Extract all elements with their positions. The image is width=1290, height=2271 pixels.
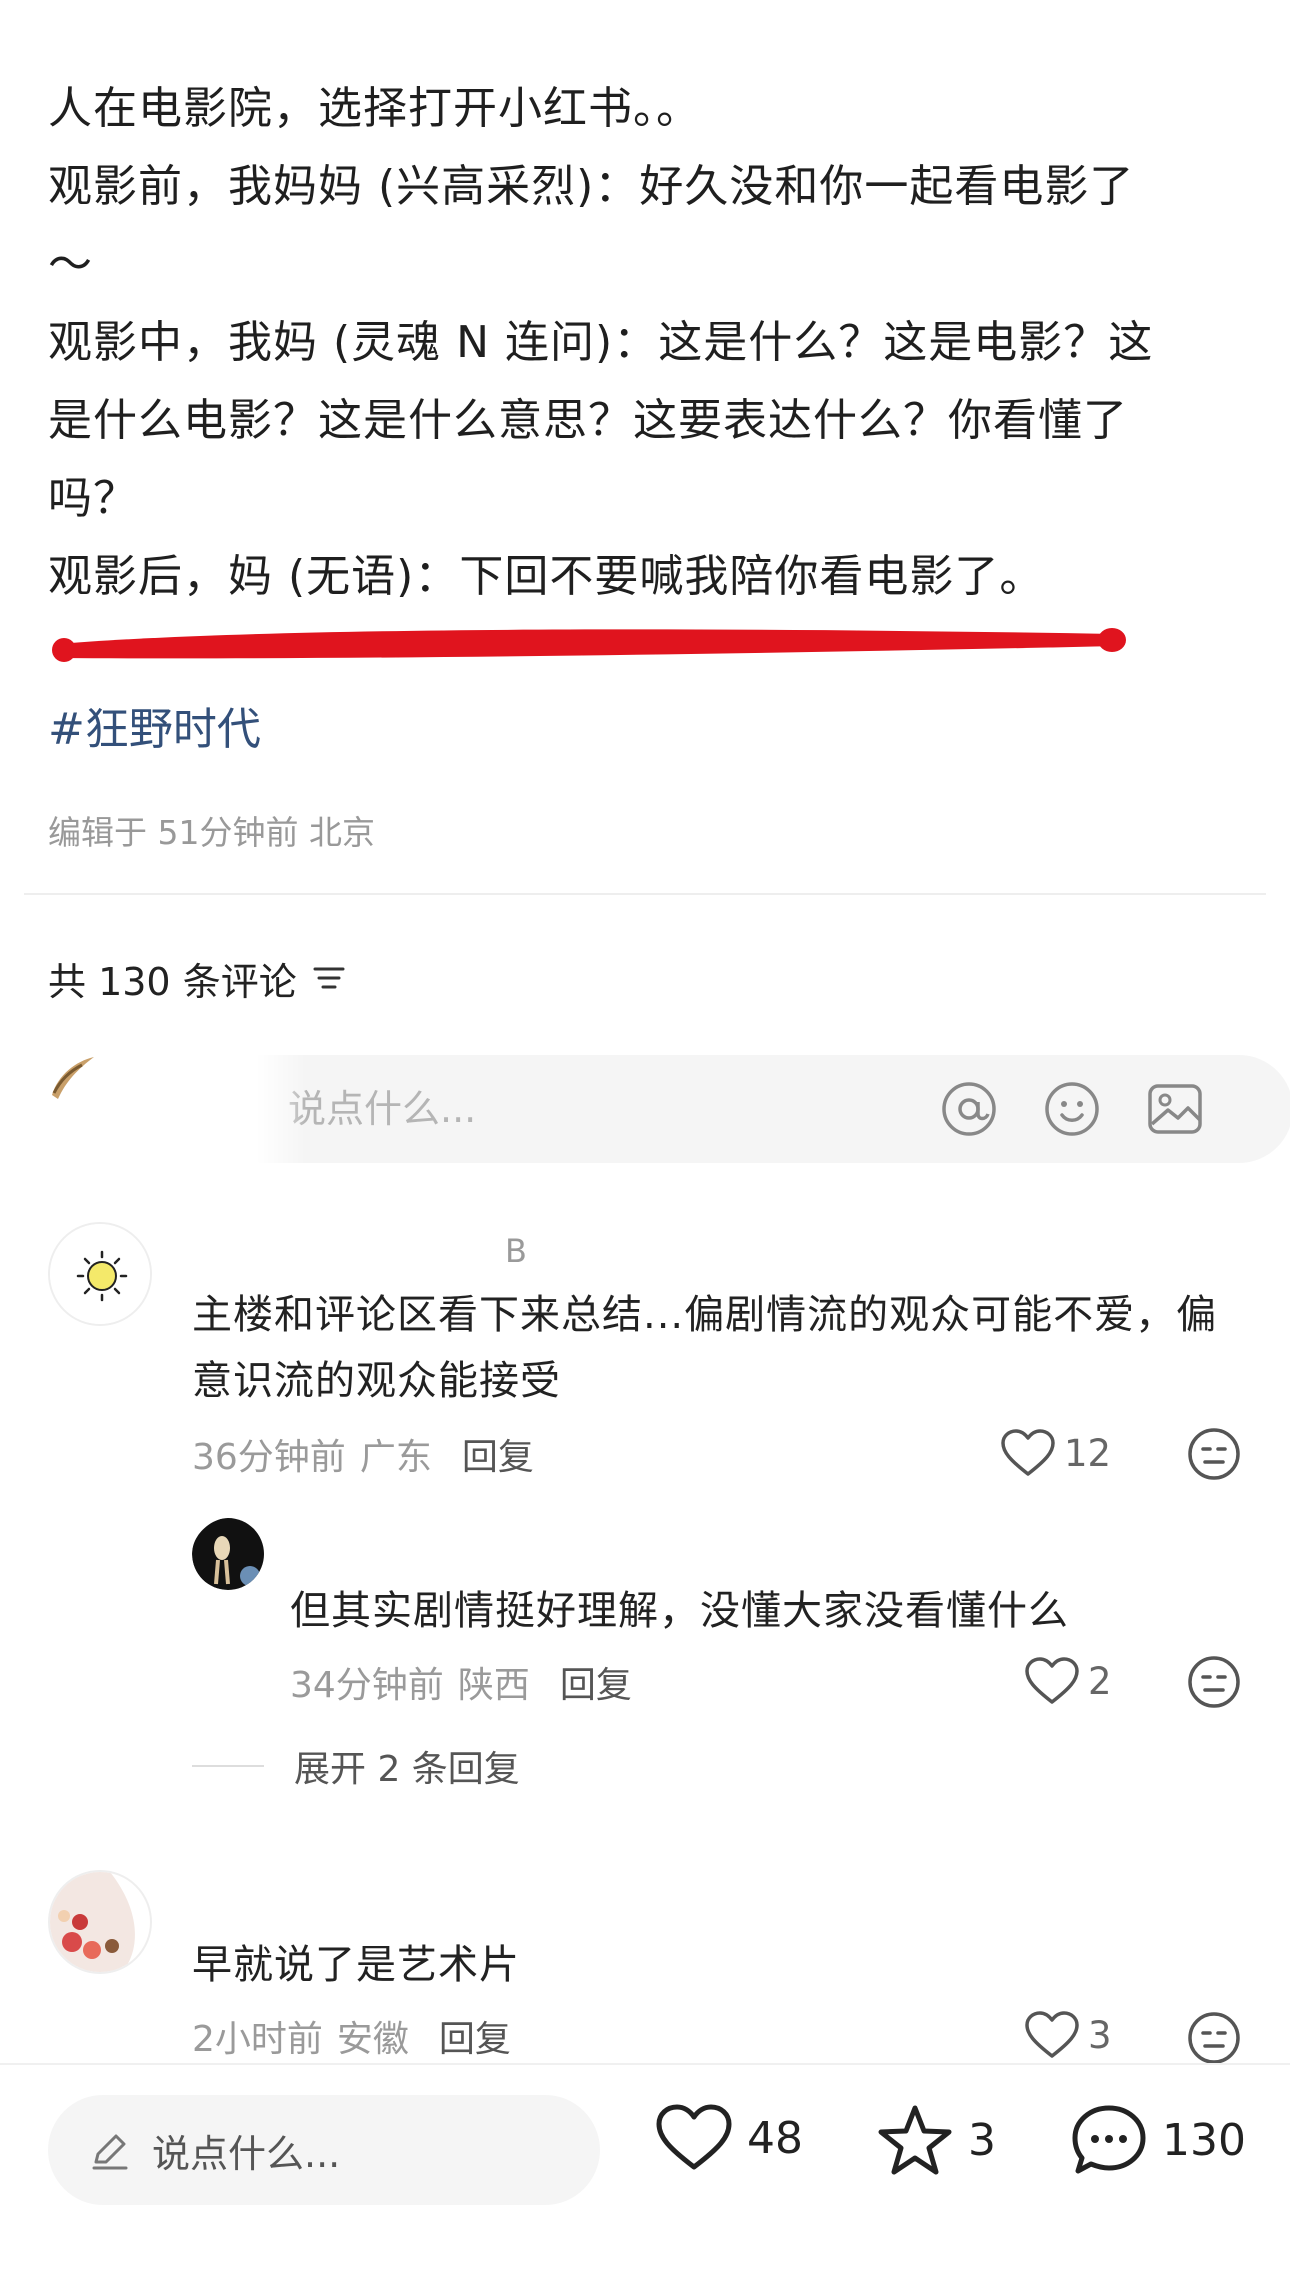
post-star-button[interactable]: 3 (876, 2103, 996, 2177)
like-button[interactable]: 2 (1024, 1656, 1112, 1706)
reply-time: 34分钟前 (290, 1665, 444, 1706)
reply-button[interactable]: 回复 (560, 1656, 632, 1708)
avatar[interactable] (48, 1870, 152, 1974)
pencil-icon (92, 2134, 128, 2170)
comment-meta: 2小时前 安徽 回复 (192, 2010, 511, 2062)
comment-icon (1072, 2105, 1146, 2174)
reply-button[interactable]: 回复 (462, 1428, 534, 1480)
filter-icon[interactable] (311, 960, 347, 996)
red-underline-mark (52, 628, 1126, 662)
post-meta: 编辑于 51分钟前 北京 (48, 813, 375, 852)
comment-text: 意识流的观众能接受 (192, 1358, 561, 1404)
heart-icon (1001, 1429, 1055, 1476)
expand-replies-button[interactable]: 展开 2 条回复 (192, 1740, 520, 1792)
reply-text: 但其实剧情挺好理解，没懂大家没看懂什么 (290, 1588, 1069, 1634)
like-count: 12 (1064, 1431, 1112, 1475)
comment-location: 广东 (359, 1437, 432, 1478)
heart-icon (1025, 2011, 1079, 2058)
comment-input[interactable] (208, 1055, 1290, 1163)
post-line: 人在电影院，选择打开小红书。。 (48, 83, 701, 134)
dislike-icon[interactable] (1186, 1426, 1242, 1482)
post-line: 吗？ (48, 473, 138, 524)
post-body: 人在电影院，选择打开小红书。。 观影前，我妈妈 (兴高采烈)：好久没和你一起看电… (48, 70, 1248, 616)
expand-line (192, 1765, 264, 1767)
avatar[interactable] (192, 1518, 264, 1590)
expand-replies-label: 展开 2 条回复 (294, 1749, 520, 1790)
like-count: 3 (1088, 2013, 1112, 2057)
emoji-icon[interactable] (1043, 1080, 1101, 1138)
reply-meta: 34分钟前 陕西 回复 (290, 1656, 632, 1708)
comment-time: 36分钟前 (192, 1437, 346, 1478)
comments-header[interactable]: 共 130 条评论 (48, 948, 347, 1008)
post-comment-count: 130 (1162, 2114, 1246, 2166)
bottom-action-bar: 说点什么... 48 3 130 (0, 2063, 1290, 2271)
avatar (48, 1055, 120, 1127)
divider (24, 893, 1266, 895)
input-fade (196, 1055, 306, 1163)
post-like-count: 48 (747, 2112, 803, 2164)
reply-button[interactable]: 回复 (439, 2010, 511, 2062)
heart-icon (656, 2104, 732, 2170)
post-star-count: 3 (968, 2114, 996, 2166)
dislike-icon[interactable] (1186, 2010, 1242, 2066)
post-comment-button[interactable]: 130 (1070, 2103, 1246, 2177)
comment-time: 2小时前 (192, 2019, 323, 2060)
bottom-comment-input[interactable]: 说点什么... (48, 2095, 600, 2205)
comment-location: 安徽 (336, 2019, 409, 2060)
post-line: 是什么电影？这是什么意思？这要表达什么？你看懂了 (48, 395, 1128, 446)
bottom-input-placeholder: 说点什么... (152, 2131, 341, 2176)
post-line: 观影中，我妈 (灵魂 N 连问)：这是什么？这是电影？这 (48, 317, 1154, 368)
comment-meta: 36分钟前 广东 回复 (192, 1428, 534, 1480)
like-button[interactable]: 3 (1024, 2010, 1112, 2060)
reply-location: 陕西 (457, 1665, 530, 1706)
comments-count: 共 130 条评论 (48, 959, 297, 1004)
like-button[interactable]: 12 (1000, 1428, 1111, 1478)
comment-text: 主楼和评论区看下来总结...偏剧情流的观众可能不爱，偏 (192, 1292, 1218, 1338)
avatar[interactable] (48, 1222, 152, 1326)
at-icon[interactable] (940, 1080, 998, 1138)
post-line: ～ (48, 239, 93, 290)
post-line: 观影后，妈 (无语)：下回不要喊我陪你看电影了。 (48, 551, 1045, 602)
hashtag-link[interactable]: #狂野时代 (48, 700, 261, 760)
image-icon[interactable] (1146, 1080, 1204, 1138)
heart-icon (1025, 1657, 1079, 1704)
like-count: 2 (1088, 1659, 1112, 1703)
post-like-button[interactable]: 48 (655, 2103, 803, 2173)
comment-composer (48, 1055, 1290, 1165)
username[interactable]: B (505, 1232, 527, 1270)
dislike-icon[interactable] (1186, 1654, 1242, 1710)
post-line: 观影前，我妈妈 (兴高采烈)：好久没和你一起看电影了 (48, 161, 1135, 212)
star-icon (878, 2105, 952, 2175)
comment-text: 早就说了是艺术片 (192, 1942, 520, 1988)
